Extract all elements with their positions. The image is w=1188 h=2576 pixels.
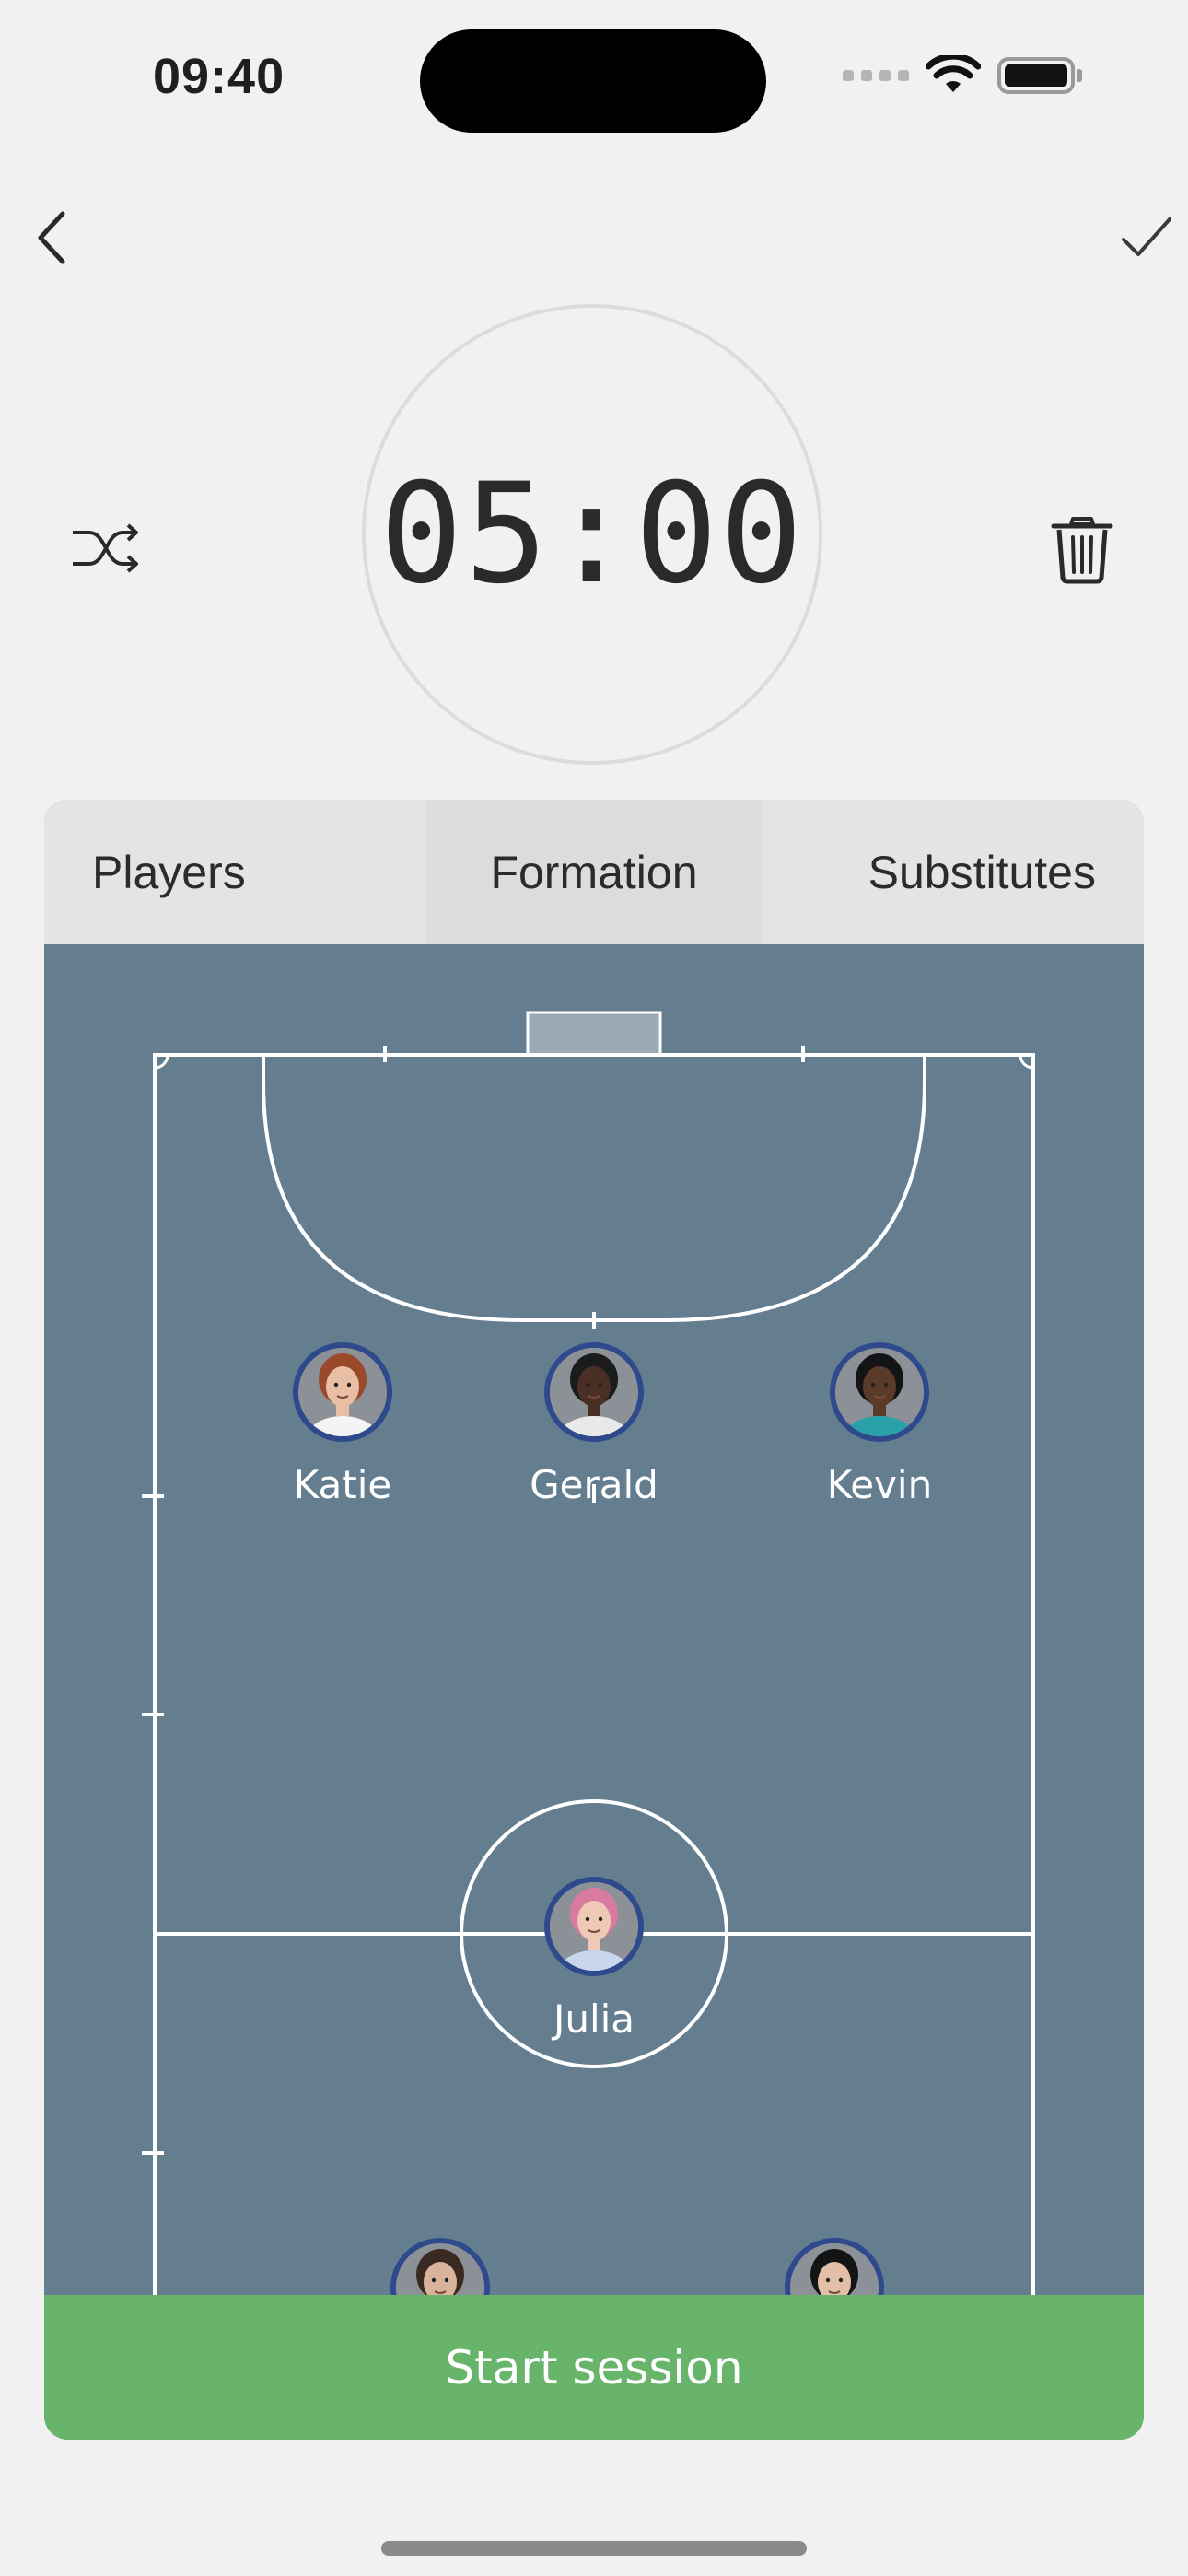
player-julia[interactable]: Julia	[493, 1877, 695, 2042]
player-kevin[interactable]: Kevin	[778, 1342, 981, 1507]
back-button[interactable]	[20, 201, 94, 275]
player-name: Kevin	[826, 1462, 933, 1507]
status-icons	[843, 55, 1084, 96]
pitch-lines	[142, 1011, 1035, 2295]
player-name: Julia	[553, 1996, 635, 2042]
pitch: Katie Gerald Kevin Julia	[44, 944, 1144, 2337]
home-indicator[interactable]	[381, 2541, 807, 2556]
status-time: 09:40	[153, 49, 285, 104]
tab-bar: Players Formation Substitutes	[44, 800, 1144, 944]
avatar	[293, 1342, 392, 1442]
player-gerald[interactable]: Gerald	[493, 1342, 695, 1507]
avatar	[544, 1877, 644, 1976]
player-katie[interactable]: Katie	[241, 1342, 444, 1507]
done-button[interactable]	[1107, 201, 1181, 275]
back-chevron-icon	[38, 211, 65, 264]
checkmark-icon	[1122, 217, 1171, 256]
tab-substitutes[interactable]: Substitutes	[762, 800, 1144, 944]
tab-formation[interactable]: Formation	[426, 800, 762, 944]
trash-button[interactable]	[1050, 511, 1114, 585]
tab-players[interactable]: Players	[44, 800, 426, 944]
avatar	[830, 1342, 929, 1442]
player-name: Katie	[293, 1462, 392, 1507]
start-session-button[interactable]: Start session	[44, 2295, 1144, 2440]
shuffle-button[interactable]	[69, 516, 143, 580]
battery-icon	[997, 57, 1082, 94]
formation-card: Players Formation Substitutes Katie Gera…	[44, 800, 1144, 2440]
avatar	[544, 1342, 644, 1442]
shuffle-icon	[73, 523, 138, 573]
dynamic-island	[420, 29, 766, 133]
wifi-icon	[926, 55, 981, 92]
player-name: Gerald	[530, 1462, 658, 1507]
signal-icon	[843, 70, 909, 81]
timer-display[interactable]: 05:00	[362, 451, 822, 617]
trash-icon	[1051, 517, 1113, 584]
